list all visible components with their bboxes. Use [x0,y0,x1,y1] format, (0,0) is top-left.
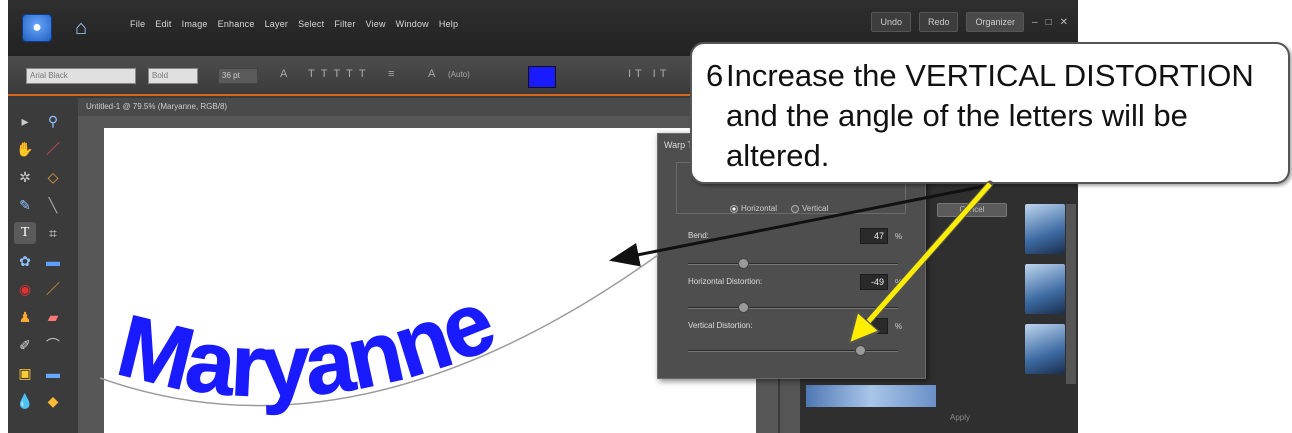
annotation-arrows [609,180,994,433]
